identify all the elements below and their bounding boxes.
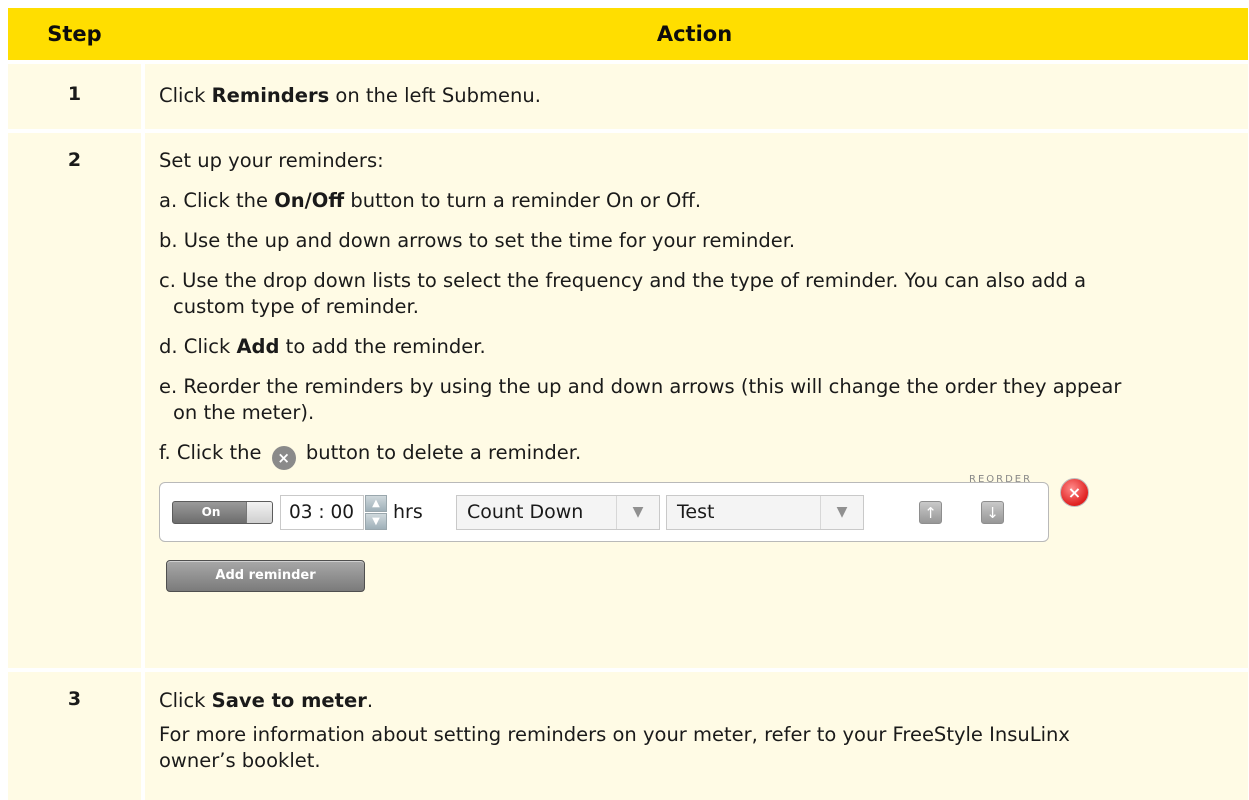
add-reminder-button[interactable]: Add reminder [166,560,365,592]
frequency-value: Count Down [467,501,584,523]
type-dropdown[interactable]: Test ▼ [666,495,864,530]
step-text: Click Reminders on the left Submenu. [159,84,541,107]
chevron-down-icon: ▼ [616,496,659,529]
frequency-dropdown[interactable]: Count Down ▼ [456,495,660,530]
substep-a: a. Click the On/Off button to turn a rem… [159,189,702,212]
step-action: Set up your reminders: a. Click the On/O… [145,133,1248,668]
reorder-down-button[interactable]: ↓ [981,501,1004,524]
delete-circle-icon: × [271,446,296,470]
table-row-step-3: 3 Click Save to meter. For more informat… [8,668,1248,800]
delete-reminder-button[interactable]: × [1060,478,1089,507]
time-down-arrow-icon[interactable]: ▼ [365,513,387,530]
header-step: Step [47,22,102,46]
substep-f: f. Click the × button to delete a remind… [159,440,1248,470]
substep-e: e. Reorder the reminders by using the up… [159,375,1122,424]
hrs-label: hrs [393,501,423,523]
instruction-table: Step Action 1 Click Reminders on the lef… [8,8,1248,800]
time-spinner: ▲ ▼ [365,495,388,530]
table-row-step-1: 1 Click Reminders on the left Submenu. [8,60,1248,129]
save-instruction: Click Save to meter. [159,689,374,712]
table-header: Step Action [8,8,1248,60]
reminder-widget: REORDER On 03 : 00 ▲ ▼ hrs Count Down ▼ [159,470,1248,592]
time-field[interactable]: 03 : 00 [280,495,364,530]
toggle-knob [246,502,272,523]
step-action: Click Save to meter. For more informatio… [145,672,1248,800]
toggle-label: On [201,505,221,519]
table-row-step-2: 2 Set up your reminders: a. Click the On… [8,129,1248,668]
on-off-toggle[interactable]: On [172,501,273,524]
header-action: Action [656,22,733,46]
step-number: 1 [67,83,82,105]
reminder-row: On 03 : 00 ▲ ▼ hrs Count Down ▼ Test ▼ ↑… [159,482,1049,542]
info-text: For more information about setting remin… [159,723,1070,772]
step-number: 2 [67,149,82,171]
chevron-down-icon: ▼ [820,496,863,529]
substep-b: b. Use the up and down arrows to set the… [159,229,796,252]
type-value: Test [677,501,715,523]
time-up-arrow-icon[interactable]: ▲ [365,495,387,512]
substep-c: c. Use the drop down lists to select the… [159,269,1087,318]
substep-d: d. Click Add to add the reminder. [159,335,486,358]
step-intro: Set up your reminders: [159,149,384,172]
step-number: 3 [67,688,82,710]
reorder-up-button[interactable]: ↑ [919,501,942,524]
step-action: Click Reminders on the left Submenu. [145,64,1248,129]
